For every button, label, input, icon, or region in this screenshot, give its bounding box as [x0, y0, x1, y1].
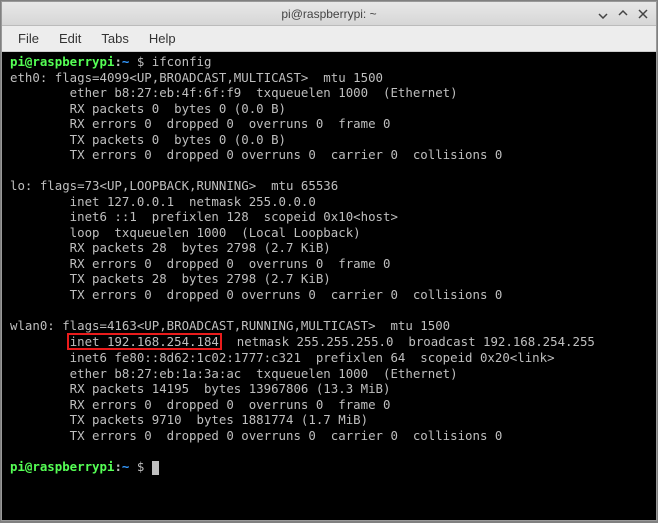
output-line: RX packets 0 bytes 0 (0.0 B)	[10, 101, 286, 116]
prompt-userhost: pi@raspberrypi	[10, 54, 114, 69]
output-line	[10, 334, 70, 349]
output-line: TX errors 0 dropped 0 overruns 0 carrier…	[10, 287, 502, 302]
close-button[interactable]	[636, 7, 650, 21]
prompt-colon: :	[114, 459, 121, 474]
prompt-dollar: $	[129, 459, 151, 474]
terminal-window: pi@raspberrypi: ~ File Edit Tabs Help pi…	[1, 1, 657, 521]
output-line: RX errors 0 dropped 0 overruns 0 frame 0	[10, 256, 390, 271]
ip-highlight-box: inet 192.168.254.184	[67, 333, 222, 350]
output-line: RX packets 14195 bytes 13967806 (13.3 Mi…	[10, 381, 390, 396]
output-line: inet6 fe80::8d62:1c02:1777:c321 prefixle…	[10, 350, 555, 365]
titlebar-controls	[596, 2, 650, 25]
prompt-dollar: $	[129, 54, 151, 69]
prompt-userhost: pi@raspberrypi	[10, 459, 114, 474]
output-line: TX packets 28 bytes 2798 (2.7 KiB)	[10, 271, 331, 286]
output-line: RX packets 28 bytes 2798 (2.7 KiB)	[10, 240, 331, 255]
output-line	[10, 302, 17, 317]
command-text: ifconfig	[152, 54, 212, 69]
menu-help[interactable]: Help	[139, 27, 186, 50]
terminal-area[interactable]: pi@raspberrypi:~ $ ifconfig eth0: flags=…	[2, 52, 656, 520]
menubar: File Edit Tabs Help	[2, 26, 656, 52]
output-line: ether b8:27:eb:1a:3a:ac txqueuelen 1000 …	[10, 366, 458, 381]
output-line: lo: flags=73<UP,LOOPBACK,RUNNING> mtu 65…	[10, 178, 338, 193]
output-line: TX errors 0 dropped 0 overruns 0 carrier…	[10, 428, 502, 443]
output-line: inet6 ::1 prefixlen 128 scopeid 0x10<hos…	[10, 209, 398, 224]
menu-edit[interactable]: Edit	[49, 27, 91, 50]
output-line	[10, 163, 17, 178]
output-line: netmask 255.255.255.0 broadcast 192.168.…	[222, 334, 595, 349]
titlebar: pi@raspberrypi: ~	[2, 2, 656, 26]
output-line: ether b8:27:eb:4f:6f:f9 txqueuelen 1000 …	[10, 85, 458, 100]
maximize-button[interactable]	[616, 7, 630, 21]
output-line: inet 127.0.0.1 netmask 255.0.0.0	[10, 194, 316, 209]
output-line	[10, 443, 17, 458]
output-line: RX errors 0 dropped 0 overruns 0 frame 0	[10, 397, 390, 412]
output-line: loop txqueuelen 1000 (Local Loopback)	[10, 225, 361, 240]
output-line: wlan0: flags=4163<UP,BROADCAST,RUNNING,M…	[10, 318, 450, 333]
prompt-colon: :	[114, 54, 121, 69]
output-line: eth0: flags=4099<UP,BROADCAST,MULTICAST>…	[10, 70, 383, 85]
menu-tabs[interactable]: Tabs	[91, 27, 138, 50]
output-line: RX errors 0 dropped 0 overruns 0 frame 0	[10, 116, 390, 131]
window-title: pi@raspberrypi: ~	[281, 7, 376, 21]
minimize-button[interactable]	[596, 7, 610, 21]
output-line: TX errors 0 dropped 0 overruns 0 carrier…	[10, 147, 502, 162]
output-line: TX packets 9710 bytes 1881774 (1.7 MiB)	[10, 412, 368, 427]
menu-file[interactable]: File	[8, 27, 49, 50]
terminal-cursor	[152, 461, 159, 475]
output-line: TX packets 0 bytes 0 (0.0 B)	[10, 132, 286, 147]
